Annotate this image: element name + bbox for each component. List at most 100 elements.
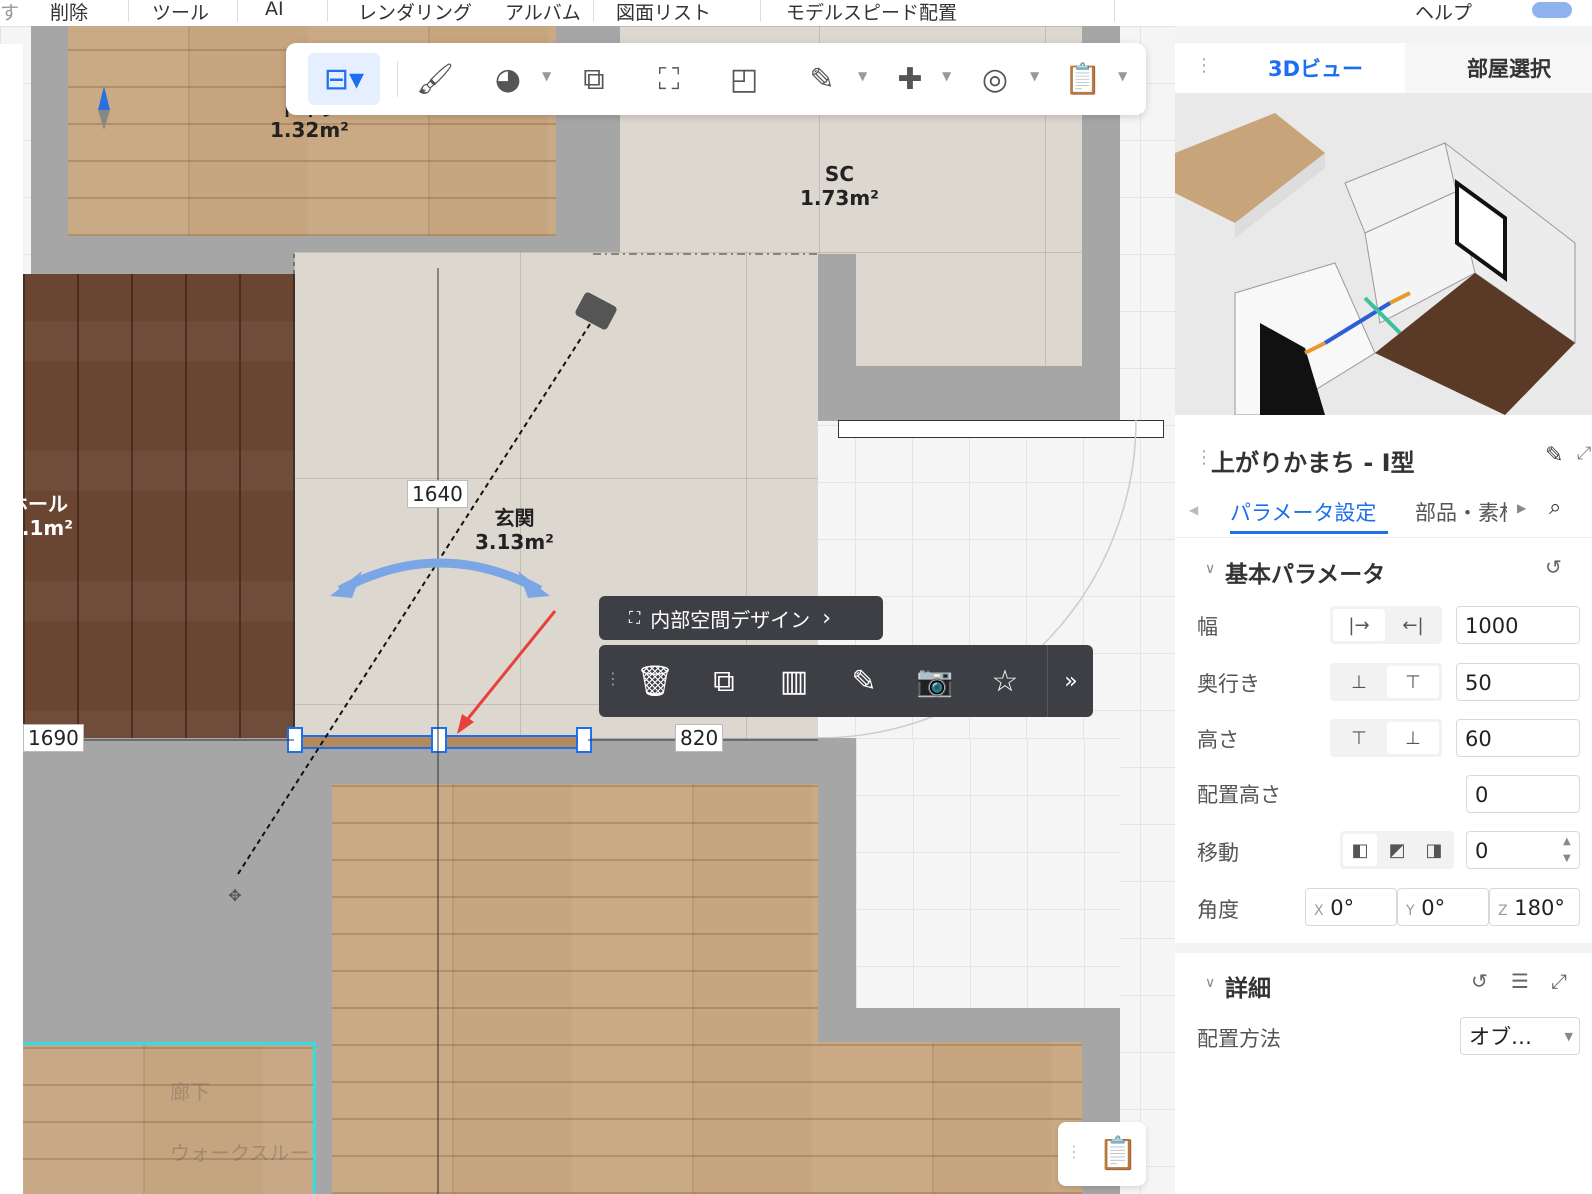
menu-delete[interactable]: 削除 [50, 0, 88, 25]
floor-plan-canvas[interactable]: 廊下 ウォークスルー ✥ トイレ 1.32m² SC 1.73m² ホール 5.… [0, 26, 1175, 1194]
anchor-top-icon[interactable]: ⊥ [1333, 666, 1385, 698]
floating-clipboard-panel: ⋮ 📋 [1058, 1122, 1146, 1186]
room-name-sc: SC [824, 162, 855, 186]
label-depth: 奥行き [1197, 672, 1260, 696]
drag-handle-icon[interactable]: ⋮ [1066, 1142, 1082, 1161]
search-icon[interactable]: ⌕ [1549, 495, 1561, 520]
angle-y-input[interactable]: Y 0° [1397, 888, 1489, 926]
width-input[interactable]: 1000 [1456, 606, 1580, 644]
placement-method-select[interactable]: オブ… ▼ [1460, 1017, 1580, 1055]
move-gizmo-icon[interactable]: ✥ [210, 871, 260, 921]
menu-model-placement[interactable]: モデルスピード配置 [786, 0, 957, 25]
avatar[interactable] [1532, 2, 1572, 18]
dimension-820[interactable]: 820 [675, 724, 724, 752]
interior-design-label: 内部空間デザイン [650, 607, 811, 632]
puzzle-icon: ✚ [897, 61, 923, 97]
chevron-down-icon[interactable]: ∨ [1205, 975, 1215, 991]
chevron-right-icon: › [822, 605, 832, 631]
chevron-down-icon[interactable]: ▼ [1030, 69, 1039, 83]
reset-icon[interactable]: ↺ [1545, 555, 1562, 579]
style-brush-button[interactable]: 🖌 [409, 53, 461, 105]
favorite-button[interactable]: ☆ [977, 655, 1033, 707]
expand-icon[interactable]: ⤢ [1577, 443, 1591, 464]
room-name-entrance: 玄関 [494, 506, 535, 530]
tab-room-select[interactable]: 部屋選択 [1467, 53, 1551, 83]
height-input[interactable]: 60 [1456, 719, 1580, 757]
drag-handle-icon[interactable]: ⋮ [1195, 55, 1213, 76]
move-mode-3-icon[interactable]: ◨ [1417, 834, 1451, 866]
anchor-left-icon[interactable]: |→ [1333, 609, 1385, 641]
tab-3d-view[interactable]: 3Dビュー [1268, 53, 1363, 83]
menu-album[interactable]: アルバム [505, 0, 581, 25]
split-button[interactable]: ⧉ [568, 53, 620, 105]
measure-tool-button[interactable]: ✎ [836, 655, 892, 707]
expand-icon[interactable]: ⤢ [1551, 969, 1567, 993]
context-toolbar: ⋮ 🗑 ⧉ ▥ ✎ 📷 ☆ » [599, 645, 1093, 717]
chevron-down-icon[interactable]: ▼ [1118, 69, 1127, 83]
clipboard-icon: 📋 [1064, 61, 1102, 97]
layers-button[interactable]: ◰ [718, 53, 770, 105]
tab-scroll-left-icon[interactable]: ◀ [1189, 503, 1198, 517]
chevron-down-icon[interactable]: ∨ [1205, 561, 1215, 577]
tab-underline [1230, 531, 1388, 534]
floor-plan-tool-button[interactable]: ⊟▾ [308, 53, 380, 105]
clipboard-button[interactable]: 📋 [1057, 53, 1109, 105]
clipboard-icon[interactable]: 📋 [1098, 1134, 1138, 1172]
move-mode-1-icon[interactable]: ◧ [1343, 834, 1377, 866]
tab-parts-materials[interactable]: 部品・素材 [1415, 497, 1507, 527]
chevron-down-icon[interactable]: ▼ [858, 69, 867, 83]
reset-icon[interactable]: ↺ [1471, 969, 1488, 993]
chevron-down-icon[interactable]: ▼ [542, 69, 551, 83]
move-mode-2-icon[interactable]: ◩ [1380, 834, 1414, 866]
expand-button[interactable]: » [1051, 655, 1091, 707]
label-elevation: 配置高さ [1197, 783, 1281, 807]
menu-tools[interactable]: ツール [152, 0, 209, 25]
menu-rendering[interactable]: レンダリング [358, 0, 472, 25]
view-button[interactable]: ◎ [969, 53, 1021, 105]
delete-button[interactable]: 🗑 [627, 655, 683, 707]
anchor-top-icon[interactable]: ⊤ [1333, 722, 1385, 754]
ruler-pencil-icon: ✎ [851, 663, 877, 699]
menu-ai[interactable]: AI [265, 0, 284, 20]
menu-drawing-list[interactable]: 図面リスト [616, 0, 711, 25]
frame-icon: ⛶ [629, 608, 641, 627]
camera-cube-icon: 📷 [916, 663, 954, 699]
menu-help[interactable]: ヘルプ [1415, 0, 1472, 25]
split-icon: ⧉ [583, 61, 605, 97]
list-icon[interactable]: ☰ [1511, 969, 1529, 993]
array-button[interactable]: ▥ [766, 655, 822, 707]
menu-edge-text: す [0, 2, 20, 24]
paint-roller-icon: 🖌 [415, 61, 455, 97]
angle-z-input[interactable]: Z 180° [1489, 888, 1580, 926]
material-button[interactable]: ◕ [482, 53, 534, 105]
3d-viewport[interactable] [1175, 93, 1592, 415]
menu-separator [593, 0, 594, 22]
replace-button[interactable]: 📷 [907, 655, 963, 707]
plan-overlay-lines [23, 86, 818, 1194]
angle-y-value: 0° [1421, 896, 1446, 920]
dimension-1640[interactable]: 1640 [407, 480, 468, 508]
tab-parameters[interactable]: パラメータ設定 [1230, 497, 1376, 527]
dimension-1690[interactable]: 1690 [23, 724, 84, 752]
elevation-input[interactable]: 0 [1466, 775, 1580, 813]
tab-scroll-right-icon[interactable]: ▶ [1517, 501, 1526, 515]
property-panel: ⋮ 上がりかまち - I型 ✎ ⤢ ◀ パラメータ設定 部品・素材 ▶ ⌕ ∨ … [1175, 433, 1592, 1194]
anchor-right-icon[interactable]: ←| [1387, 609, 1439, 641]
menu-bar: す 削除 ツール AI レンダリング アルバム 図面リスト モデルスピード配置 … [0, 0, 1592, 26]
drag-handle-icon[interactable]: ⋮ [605, 669, 621, 688]
room-label-hall: ホール 5.1m² [8, 492, 73, 540]
anchor-bottom-icon[interactable]: ⊥ [1387, 722, 1439, 754]
measure-button[interactable]: ✎ [796, 53, 848, 105]
angle-x-input[interactable]: X 0° [1305, 888, 1397, 926]
menu-separator [1114, 0, 1115, 22]
plugin-button[interactable]: ✚ [884, 53, 936, 105]
chevron-down-icon[interactable]: ▼ [942, 69, 951, 83]
divider [1047, 645, 1048, 717]
depth-input[interactable]: 50 [1456, 663, 1580, 701]
duplicate-button[interactable]: ⧉ [696, 655, 752, 707]
interior-design-button[interactable]: ⛶ 内部空間デザイン › [599, 596, 883, 640]
select-area-button[interactable]: ⛶ [643, 53, 695, 105]
edit-icon[interactable]: ✎ [1545, 443, 1563, 468]
anchor-bottom-icon[interactable]: ⊤ [1387, 666, 1439, 698]
stepper-icon[interactable]: ▲ ▼ [1563, 833, 1571, 867]
